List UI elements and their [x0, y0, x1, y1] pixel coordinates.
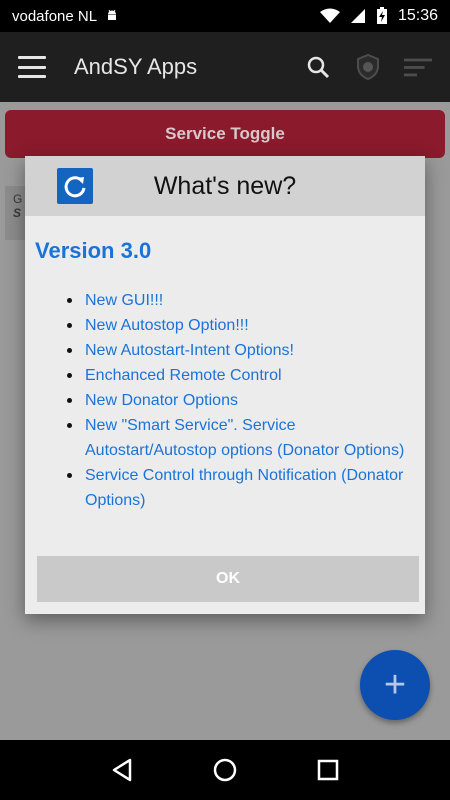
signal-icon [350, 9, 365, 23]
shield-icon[interactable] [354, 53, 382, 81]
dialog-body: Version 3.0 New GUI!!! New Autostop Opti… [25, 216, 425, 513]
list-item: New GUI!!! [65, 288, 415, 313]
list-item: Service Control through Notification (Do… [65, 463, 415, 513]
wifi-icon [319, 8, 340, 23]
list-item: New Autostop Option!!! [65, 313, 415, 338]
add-fab-button[interactable]: + [360, 650, 430, 720]
plus-icon: + [383, 663, 407, 706]
refresh-icon [57, 168, 93, 204]
version-heading: Version 3.0 [35, 238, 152, 263]
service-toggle-button[interactable]: Service Toggle [5, 110, 445, 158]
sort-icon[interactable] [404, 53, 432, 81]
carrier-name: vodafone NL [12, 7, 98, 25]
navigation-bar [0, 740, 450, 800]
list-item: New Autostart-Intent Options! [65, 338, 415, 363]
changelog-list: New GUI!!! New Autostop Option!!! New Au… [35, 288, 415, 513]
list-item: New "Smart Service". Service Autostart/A… [65, 413, 415, 463]
app-bar: AndSY Apps [0, 32, 450, 102]
list-item: New Donator Options [65, 388, 415, 413]
search-icon[interactable] [304, 53, 332, 81]
android-notification-icon [108, 9, 117, 20]
clock: 15:36 [397, 7, 438, 24]
list-item: Enchanced Remote Control [65, 363, 415, 388]
dialog-header: What's new? [25, 156, 425, 216]
home-icon[interactable] [210, 755, 240, 785]
battery-charging-icon [376, 7, 387, 24]
status-bar: vodafone NL 15:36 [0, 0, 450, 32]
app-title: AndSY Apps [74, 54, 198, 79]
menu-icon[interactable] [18, 56, 46, 78]
recents-icon[interactable] [313, 755, 343, 785]
whats-new-dialog: What's new? Version 3.0 New GUI!!! New A… [25, 156, 425, 614]
back-icon[interactable] [107, 755, 137, 785]
ok-button[interactable]: OK [37, 556, 419, 602]
